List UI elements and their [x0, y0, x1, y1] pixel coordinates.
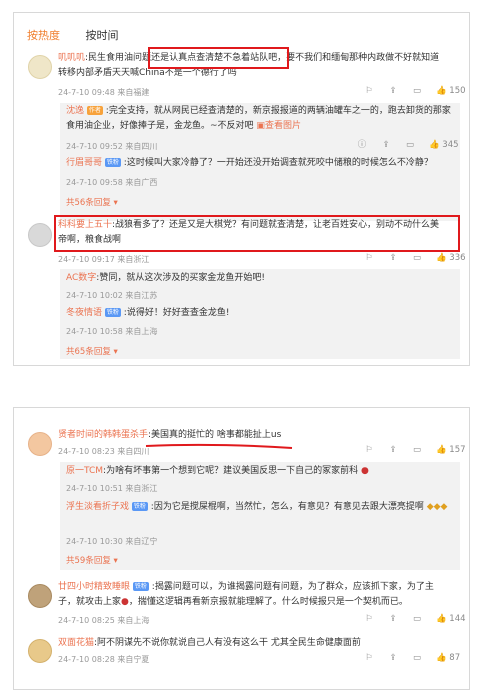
- reply-meta: 24-7-10 09:58 来自广西: [66, 178, 158, 187]
- comment-meta: 24-7-10 09:17 来自浙江: [58, 255, 150, 264]
- fan-badge: 铁粉: [131, 502, 148, 511]
- comment-text: 贤者时间的韩韩蛋杀手:美国真的挺忙的 啥事都能扯上us: [58, 430, 282, 440]
- like-icon: 👍: [436, 445, 447, 455]
- underline-annotation: [145, 443, 293, 449]
- like-button[interactable]: 👍 87: [436, 653, 460, 663]
- comment-icon[interactable]: ▭: [412, 253, 422, 263]
- like-icon: 👍: [436, 86, 447, 96]
- share-icon[interactable]: ⇪: [388, 253, 398, 263]
- info-icon[interactable]: ⓘ: [357, 140, 367, 150]
- like-icon: 👍: [436, 653, 447, 663]
- avatar[interactable]: [28, 55, 52, 79]
- emoji-icon: ●: [360, 466, 369, 476]
- comment-author[interactable]: 廿四小时精致睡眼: [58, 582, 130, 592]
- comment-meta: 24-7-10 08:28 来自宁夏: [58, 655, 150, 664]
- comment-icon[interactable]: ▭: [412, 445, 422, 455]
- reply-author[interactable]: 沈逸: [66, 106, 84, 116]
- comment-text: 双面花猫:阿不阴谋先不说你就说自己人有没有这么干 尤其全民生命健康面前: [58, 638, 361, 648]
- like-button[interactable]: 👍 144: [436, 614, 466, 624]
- reply-author[interactable]: 冬夜情语: [66, 308, 102, 318]
- comment-actions: ⚐ ⇪ ▭ 👍 336: [364, 253, 466, 263]
- like-button[interactable]: 👍 150: [436, 86, 466, 96]
- comment-icon[interactable]: ▭: [412, 614, 422, 624]
- share-icon[interactable]: ⇪: [388, 86, 398, 96]
- comment-text: 廿四小时精致睡眼 铁粉 :揭露问题可以，为谁揭露问题有问题，为了群众，应该抓下家…: [58, 582, 434, 607]
- highlight-box: [148, 47, 289, 69]
- report-icon[interactable]: ⚐: [364, 86, 374, 96]
- emoji-icon: ◆◆◆: [426, 502, 448, 512]
- reply-meta: 24-7-10 10:58 来自上海: [66, 327, 158, 336]
- share-icon[interactable]: ⇪: [388, 614, 398, 624]
- sort-tabs: 按热度 按时间: [27, 27, 141, 43]
- comment-actions: ⚐ ⇪ ▭ 👍 87: [364, 653, 460, 663]
- author-badge: 作者: [86, 106, 103, 115]
- reply-text: 行眉哥哥 铁粉 :这时候叫大家冷静了？一开始还没开始调查就死咬中储粮的时候怎么不…: [66, 158, 433, 168]
- comment-panel-1: 按热度 按时间 叽叽叽:民生食用油问题还是认真点查清楚不急着站队吧，要不我们和缅…: [13, 12, 470, 366]
- comment-icon[interactable]: ▭: [405, 140, 415, 150]
- like-icon: 👍: [429, 140, 440, 150]
- comment-meta: 24-7-10 08:23 来自四川: [58, 447, 150, 456]
- fan-badge: 铁粉: [104, 308, 121, 317]
- like-icon: 👍: [436, 253, 447, 263]
- reply-author[interactable]: 浮生淡看折子戏: [66, 502, 129, 512]
- avatar[interactable]: [28, 584, 52, 608]
- tab-time[interactable]: 按时间: [86, 29, 119, 42]
- avatar[interactable]: [28, 432, 52, 456]
- tab-hot[interactable]: 按热度: [27, 29, 60, 42]
- comment-meta: 24-7-10 09:48 来自福建: [58, 88, 150, 97]
- comment-icon[interactable]: ▭: [412, 86, 422, 96]
- avatar[interactable]: [28, 223, 52, 247]
- fan-badge: 铁粉: [104, 158, 121, 167]
- report-icon[interactable]: ⚐: [364, 653, 374, 663]
- reply-author[interactable]: 行眉哥哥: [66, 158, 102, 168]
- report-icon[interactable]: ⚐: [364, 614, 374, 624]
- reply-author[interactable]: 原一TCM: [66, 466, 103, 476]
- report-icon[interactable]: ⚐: [364, 253, 374, 263]
- comment-author[interactable]: 贤者时间的韩韩蛋杀手: [58, 430, 148, 440]
- like-button[interactable]: 👍 336: [436, 253, 466, 263]
- reply-meta: 24-7-10 10:30 来自辽宁: [66, 537, 158, 546]
- comment-actions: ⚐ ⇪ ▭ 👍 144: [364, 614, 466, 624]
- reply-text: 原一TCM:为啥有坏事第一个想到它呢？建议美国反思一下自己的冢家前科 ●: [66, 466, 369, 476]
- comment-icon[interactable]: ▭: [412, 653, 422, 663]
- comment-actions: ⚐ ⇪ ▭ 👍 150: [364, 86, 466, 96]
- emoji-icon: ●: [121, 597, 129, 607]
- more-replies-link[interactable]: 共65条回复 ▾: [66, 345, 118, 357]
- comment-panel-2: 贤者时间的韩韩蛋杀手:美国真的挺忙的 啥事都能扯上us 24-7-10 08:2…: [13, 407, 470, 690]
- reply-text: 冬夜情语 铁粉 :说得好！好好查查金龙鱼!: [66, 308, 230, 318]
- more-replies-link[interactable]: 共59条回复 ▾: [66, 554, 118, 566]
- comment-author[interactable]: 叽叽叽: [58, 53, 85, 63]
- more-replies-link[interactable]: 共56条回复 ▾: [66, 196, 118, 208]
- fan-badge: 铁粉: [132, 582, 149, 591]
- reply-text: 沈逸 作者 :完全支持，就从网民已经查清楚的，新京报报道的两辆油罐车之一的，跑去…: [66, 106, 451, 131]
- reply-author[interactable]: AC数字: [66, 273, 96, 283]
- highlight-box: [54, 215, 460, 252]
- share-icon[interactable]: ⇪: [388, 445, 398, 455]
- reply-meta: 24-7-10 09:52 来自四川: [66, 142, 158, 151]
- reply-text: AC数字:赞同，就从这次涉及的买家金龙鱼开始吧!: [66, 273, 265, 283]
- reply-actions: ⓘ ⇪ ▭ 👍 345: [357, 140, 459, 150]
- reply-meta: 24-7-10 10:02 来自江苏: [66, 291, 158, 300]
- share-icon[interactable]: ⇪: [381, 140, 391, 150]
- avatar[interactable]: [28, 639, 52, 663]
- comment-actions: ⚐ ⇪ ▭ 👍 157: [364, 445, 466, 455]
- view-image-link[interactable]: ▣查看图片: [256, 121, 301, 131]
- report-icon[interactable]: ⚐: [364, 445, 374, 455]
- comment-meta: 24-7-10 08:25 来自上海: [58, 616, 150, 625]
- like-button[interactable]: 👍 157: [436, 445, 466, 455]
- reply-meta: 24-7-10 10:51 来自浙江: [66, 484, 158, 493]
- share-icon[interactable]: ⇪: [388, 653, 398, 663]
- reply-text: 浮生淡看折子戏 铁粉 :因为它是搅屎棍啊，当然忙，怎么，有意见？有意见去跟大漂亮…: [66, 502, 448, 512]
- like-icon: 👍: [436, 614, 447, 624]
- comment-author[interactable]: 双面花猫: [58, 638, 94, 648]
- like-button[interactable]: 👍 345: [429, 140, 459, 150]
